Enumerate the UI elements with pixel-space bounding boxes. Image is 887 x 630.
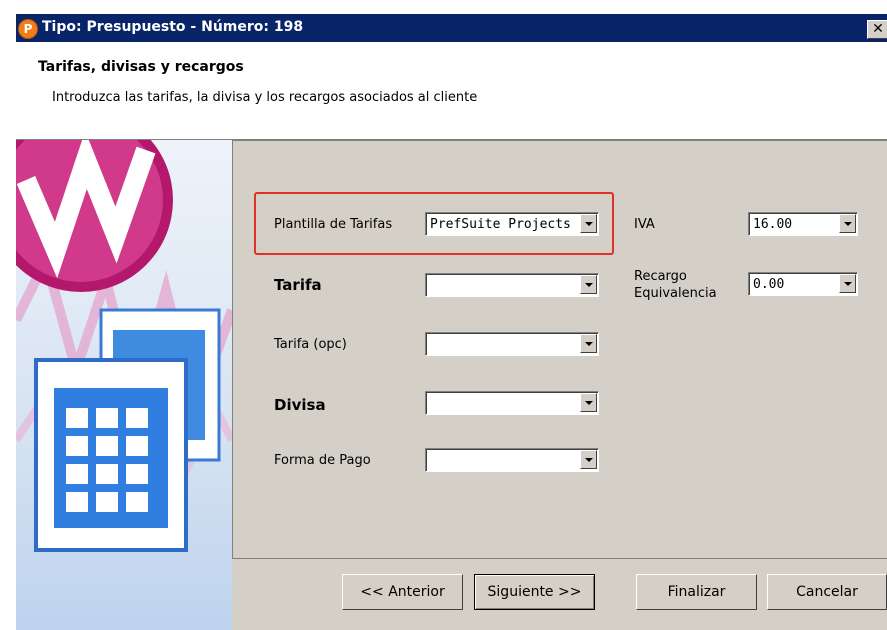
- recargo-value: 0.00: [753, 277, 785, 292]
- chevron-down-icon[interactable]: [580, 393, 597, 412]
- app-logo-icon: P: [18, 19, 38, 39]
- wizard-side-image: [16, 140, 232, 630]
- recargo-label-line1: Recargo: [634, 269, 687, 284]
- close-button[interactable]: ✕: [867, 20, 887, 39]
- step-description: Introduzca las tarifas, la divisa y los …: [52, 90, 478, 105]
- iva-label: IVA: [634, 217, 655, 232]
- recargo-select[interactable]: 0.00: [748, 272, 858, 296]
- chevron-down-icon[interactable]: [580, 275, 597, 294]
- wizard-dialog: P Tipo: Presupuesto - Número: 198 ✕ Tari…: [16, 14, 887, 630]
- step-title: Tarifas, divisas y recargos: [38, 59, 244, 75]
- highlight-box: [254, 192, 614, 255]
- tarifa-select[interactable]: [425, 273, 599, 297]
- forma-pago-label: Forma de Pago: [274, 453, 371, 468]
- title-bar[interactable]: P Tipo: Presupuesto - Número: 198 ✕: [16, 14, 887, 42]
- recargo-label-line2: Equivalencia: [634, 286, 717, 301]
- chevron-down-icon[interactable]: [580, 334, 597, 353]
- divisa-label: Divisa: [274, 396, 326, 414]
- divisa-select[interactable]: [425, 391, 599, 415]
- recargo-label: Recargo Equivalencia: [634, 268, 717, 302]
- tarifa-opc-select[interactable]: [425, 332, 599, 356]
- cancelar-button[interactable]: Cancelar: [767, 574, 887, 610]
- chevron-down-icon[interactable]: [580, 450, 597, 469]
- anterior-button[interactable]: << Anterior: [342, 574, 463, 610]
- tarifa-opc-label: Tarifa (opc): [274, 337, 347, 352]
- chevron-down-icon[interactable]: [839, 214, 856, 233]
- window-title: Tipo: Presupuesto - Número: 198: [42, 19, 304, 35]
- iva-value: 16.00: [753, 217, 793, 232]
- chevron-down-icon[interactable]: [839, 274, 856, 293]
- finalizar-button[interactable]: Finalizar: [636, 574, 757, 610]
- spreadsheet-documents-icon: [16, 140, 232, 552]
- forma-pago-select[interactable]: [425, 448, 599, 472]
- tarifa-label: Tarifa: [274, 276, 322, 294]
- iva-select[interactable]: 16.00: [748, 212, 858, 236]
- wizard-header: Tarifas, divisas y recargos Introduzca l…: [16, 42, 887, 140]
- siguiente-button[interactable]: Siguiente >>: [474, 574, 595, 610]
- background-margin: [0, 0, 16, 630]
